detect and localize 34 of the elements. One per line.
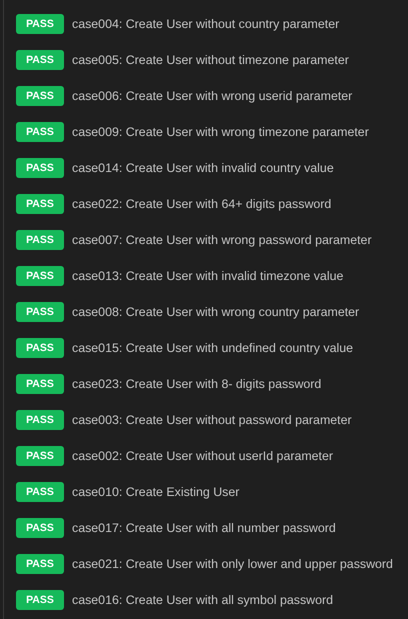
pass-badge: PASS	[16, 266, 64, 286]
test-case-title: case016: Create User with all symbol password	[72, 593, 334, 607]
test-case-title: case013: Create User with invalid timezone value	[72, 269, 344, 283]
pass-badge: PASS	[16, 158, 64, 178]
pass-badge: PASS	[16, 518, 64, 538]
test-case-title: case022: Create User with 64+ digits password	[72, 197, 332, 211]
test-case-title: case021: Create User with only lower and upper password	[72, 557, 393, 571]
pass-badge: PASS	[16, 374, 64, 394]
pass-badge: PASS	[16, 338, 64, 358]
pass-badge: PASS	[16, 410, 64, 430]
pass-badge: PASS	[16, 554, 64, 574]
pass-badge: PASS	[16, 482, 64, 502]
test-case-title: case004: Create User without country parameter	[72, 17, 340, 31]
test-case-title: case015: Create User with undefined country value	[72, 341, 354, 355]
pass-badge: PASS	[16, 446, 64, 466]
pass-badge: PASS	[16, 230, 64, 250]
test-case-title: case007: Create User with wrong password parameter	[72, 233, 372, 247]
pass-badge: PASS	[16, 194, 64, 214]
test-case-title: case009: Create User with wrong timezone parameter	[72, 125, 369, 139]
test-case-title: case002: Create User without userId parameter	[72, 449, 334, 463]
pass-badge: PASS	[16, 14, 64, 34]
pass-badge: PASS	[16, 122, 64, 142]
test-case-title: case017: Create User with all number password	[72, 521, 336, 535]
test-case-title: case008: Create User with wrong country parameter	[72, 305, 360, 319]
pass-badge: PASS	[16, 86, 64, 106]
test-case-title: case005: Create User without timezone parameter	[72, 53, 349, 67]
pass-badge: PASS	[16, 302, 64, 322]
test-case-title: case003: Create User without password parameter	[72, 413, 352, 427]
test-case-title: case006: Create User with wrong userid parameter	[72, 89, 352, 103]
pass-badge: PASS	[16, 50, 64, 70]
test-case-title: case010: Create Existing User	[72, 485, 240, 499]
test-case-title: case023: Create User with 8- digits password	[72, 377, 322, 391]
test-case-title: case014: Create User with invalid country value	[72, 161, 334, 175]
pass-badge: PASS	[16, 590, 64, 610]
